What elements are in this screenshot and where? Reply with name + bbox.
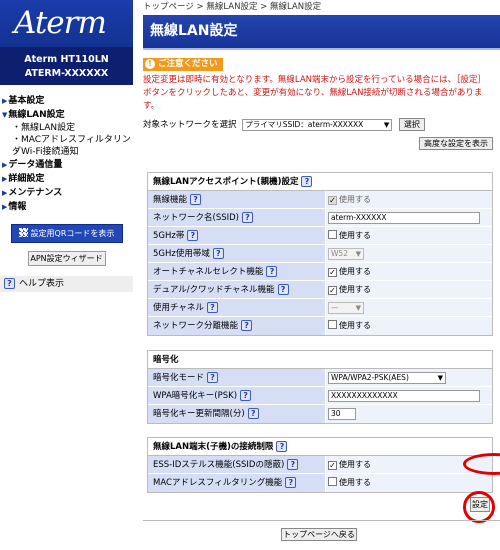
breadcrumb[interactable]: トップページ > 無線LAN設定 > 無線LAN設定 (143, 0, 500, 15)
auto-channel-checkbox[interactable]: ✓ (328, 268, 337, 277)
target-network-select[interactable]: プライマリSSID：aterm-XXXXXX ▼ (242, 118, 393, 131)
help-icon[interactable]: ? (277, 284, 289, 295)
menu-basic-settings[interactable]: ▶基本設定 (0, 94, 133, 108)
device-name: ATERM-XXXXXX (24, 68, 109, 79)
help-icon[interactable]: ? (207, 372, 219, 383)
band5-checkbox[interactable] (328, 230, 337, 239)
help-icon[interactable]: ? (301, 176, 313, 187)
main-content: トップページ > 無線LAN設定 > 無線LAN設定 無線LAN設定 ! ご注意く… (143, 0, 500, 550)
help-icon[interactable]: ? (212, 248, 224, 259)
table-row: 暗号化キー更新間隔(分)? 30 (148, 405, 492, 423)
help-icon[interactable]: ? (206, 302, 218, 313)
help-icon[interactable]: ? (241, 212, 253, 223)
mac-filter-checkbox[interactable] (328, 477, 337, 486)
menu-item-mac-filtering[interactable]: ・MACアドレスフィルタリング (0, 134, 133, 157)
menu-advanced-settings[interactable]: ▶詳細設定 (0, 172, 133, 186)
show-qr-code-button[interactable]: 設定用QRコードを表示 (10, 224, 123, 243)
chevron-down-icon: ▼ (383, 120, 390, 129)
key-interval-input[interactable]: 30 (328, 407, 356, 420)
ssid-input[interactable]: aterm-XXXXXX (328, 211, 480, 224)
help-icon[interactable]: ? (276, 441, 288, 452)
target-network-row: 対象ネットワークを選択 プライマリSSID：aterm-XXXXXX ▼ 選択 (143, 118, 500, 132)
channel-select[interactable]: — ▼ (328, 301, 364, 314)
table-row: オートチャネルセレクト機能? ✓ 使用する (148, 263, 492, 281)
menu-arrow-icon: ▼ (2, 111, 8, 119)
select-button[interactable]: 選択 (398, 118, 425, 131)
back-to-top-button[interactable]: トップページへ戻る (281, 528, 357, 541)
menu-maintenance[interactable]: ▶メンテナンス (0, 186, 133, 200)
chevron-down-icon: ▼ (355, 249, 361, 258)
show-advanced-button[interactable]: 高度な設定を表示 (419, 137, 493, 150)
help-toggle[interactable]: ? ヘルプ表示 (0, 276, 133, 292)
band5-select[interactable]: W52 ▼ (328, 247, 364, 260)
encryption-section: 暗号化 暗号化モード? WPA/WPA2-PSK(AES) ▼ WPA暗号化キー(P… (147, 350, 493, 424)
notice-badge: ! ご注意ください (143, 58, 223, 71)
ap-settings-section: 無線LANアクセスポイント(親機)設定? 無線機能? ✓ 使用する ネットワーク名(… (147, 172, 493, 336)
menu-item-wifi-notify[interactable]: ・Wi-Fi接続通知 (0, 146, 133, 158)
menu-wireless-settings[interactable]: ▼無線LAN設定 (0, 108, 133, 122)
chevron-down-icon: ▼ (355, 303, 361, 312)
menu-info[interactable]: ▶情報 (0, 200, 133, 214)
divider (143, 520, 500, 521)
help-icon[interactable]: ? (287, 459, 299, 470)
network-separation-checkbox[interactable] (328, 320, 337, 329)
help-icon[interactable]: ? (240, 390, 252, 401)
target-network-label: 対象ネットワークを選択 (143, 120, 237, 130)
help-icon[interactable]: ? (241, 320, 253, 331)
menu-arrow-icon: ▶ (2, 203, 8, 211)
aterm-logo: Aterm (0, 0, 133, 47)
table-row: ネットワーク分離機能? 使用する (148, 317, 492, 335)
ssid-stealth-checkbox[interactable]: ✓ (328, 461, 337, 470)
menu-arrow-icon: ▶ (2, 175, 8, 183)
apn-wizard-button[interactable]: APN設定ウィザード (27, 251, 106, 266)
dual-channel-checkbox[interactable]: ✓ (328, 286, 337, 295)
encryption-mode-select[interactable]: WPA/WPA2-PSK(AES) ▼ (328, 371, 446, 384)
sidebar: Aterm Aterm HT110LN ATERM-XXXXXX ▶基本設定 ▼… (0, 0, 133, 550)
menu-arrow-icon: ▶ (2, 189, 8, 197)
menu-arrow-icon: ▶ (2, 97, 8, 105)
help-icon[interactable]: ? (285, 477, 297, 488)
help-icon: ? (4, 278, 15, 289)
highlight-circle (463, 491, 495, 523)
section-title: 無線LAN端末(子機)の接続制限? (148, 438, 492, 456)
table-row: 使用チャネル? — ▼ (148, 299, 492, 317)
warning-icon: ! (145, 59, 155, 69)
help-icon[interactable]: ? (247, 408, 259, 419)
psk-input[interactable]: XXXXXXXXXXXXX (328, 389, 480, 402)
wireless-function-checkbox[interactable]: ✓ (328, 196, 337, 205)
table-row: 暗号化モード? WPA/WPA2-PSK(AES) ▼ (148, 369, 492, 387)
help-icon[interactable]: ? (187, 230, 199, 241)
chevron-down-icon: ▼ (437, 373, 443, 382)
section-title: 暗号化 (148, 351, 492, 369)
page-title: 無線LAN設定 (143, 15, 500, 50)
help-icon[interactable]: ? (190, 194, 202, 205)
menu-arrow-icon: ▶ (2, 161, 8, 169)
model-name: Aterm HT110LN (24, 54, 109, 65)
table-row: WPA暗号化キー(PSK)? XXXXXXXXXXXXX (148, 387, 492, 405)
table-row: ネットワーク名(SSID)? aterm-XXXXXX (148, 209, 492, 227)
qr-code-icon (18, 228, 28, 237)
notice-text: 設定変更は即時に有効となります。無線LAN端末から設定を行っている場合には、［設… (143, 75, 486, 111)
table-row: 無線機能? ✓ 使用する (148, 191, 492, 209)
menu-data-usage[interactable]: ▶データ通信量 (0, 158, 133, 172)
table-row: 5GHz帯? 使用する (148, 227, 492, 245)
table-row: ESS-IDステルス機能(SSIDの隠蔽)? ✓ 使用する (148, 456, 492, 474)
table-row: 5GHz使用帯域? W52 ▼ (148, 245, 492, 263)
menu-item-wireless-lan[interactable]: ・無線LAN設定 (0, 122, 133, 134)
table-row: MACアドレスフィルタリング機能? 使用する (148, 474, 492, 492)
model-info: Aterm HT110LN ATERM-XXXXXX (0, 47, 133, 85)
help-icon[interactable]: ? (266, 266, 278, 277)
client-restriction-section: 無線LAN端末(子機)の接続制限? ESS-IDステルス機能(SSIDの隠蔽)?… (147, 437, 493, 493)
table-row: デュアル/クワッドチャネル機能? ✓ 使用する (148, 281, 492, 299)
section-title: 無線LANアクセスポイント(親機)設定? (148, 173, 492, 191)
